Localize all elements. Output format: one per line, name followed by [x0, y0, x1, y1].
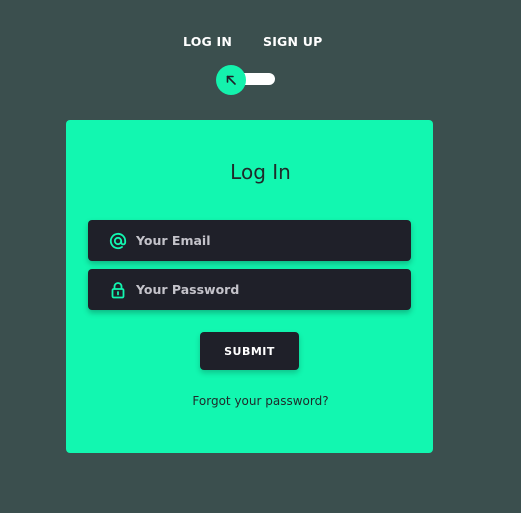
- submit-button[interactable]: SUBMIT: [200, 332, 299, 370]
- auth-tabs: LOG IN SIGN UP: [0, 34, 521, 52]
- tab-signup[interactable]: SIGN UP: [263, 34, 322, 49]
- auth-toggle-knob[interactable]: [216, 65, 246, 95]
- password-input[interactable]: [136, 282, 376, 297]
- email-input[interactable]: [136, 233, 376, 248]
- arrow-up-left-icon: [225, 71, 237, 90]
- tab-login[interactable]: LOG IN: [183, 34, 232, 49]
- email-field[interactable]: [88, 220, 411, 261]
- forgot-password-link[interactable]: Forgot your password?: [0, 394, 521, 408]
- password-field[interactable]: [88, 269, 411, 310]
- at-sign-icon: [109, 232, 127, 250]
- lock-icon: [109, 281, 127, 299]
- card-title: Log In: [230, 160, 291, 184]
